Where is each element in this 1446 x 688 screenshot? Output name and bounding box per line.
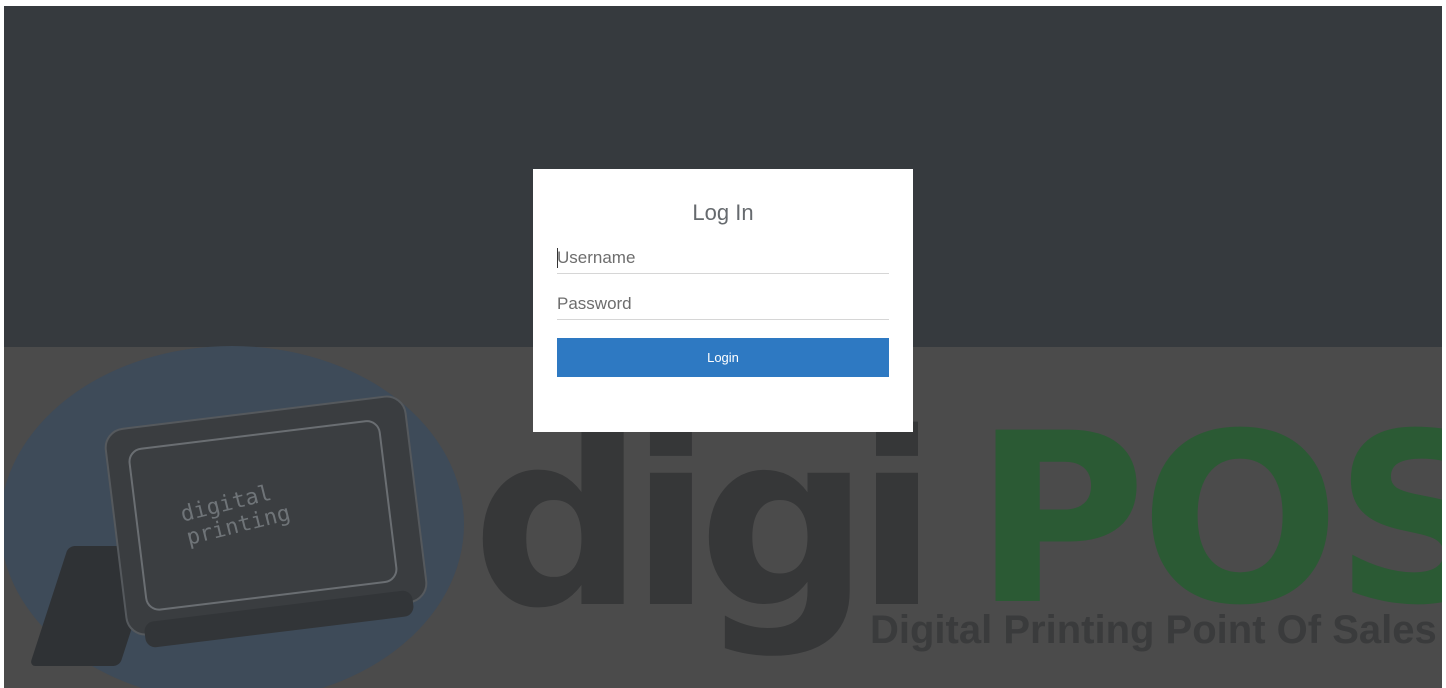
logo-device-text: digital printing [178,480,293,551]
logo-word-digi: digi [472,381,938,661]
password-input[interactable] [557,289,889,320]
logo-tagline: Digital Printing Point Of Sales [870,608,1437,652]
login-card: Log In Login [533,169,913,432]
logo-device-screen: digital printing [126,418,400,613]
logo-word-pos: POS [974,384,1442,657]
login-title: Log In [692,200,754,225]
page-viewport: digital printing digi POS Digital Printi… [4,6,1442,688]
text-cursor [557,248,558,268]
username-input[interactable] [557,243,889,274]
login-button[interactable]: Login [557,338,889,377]
